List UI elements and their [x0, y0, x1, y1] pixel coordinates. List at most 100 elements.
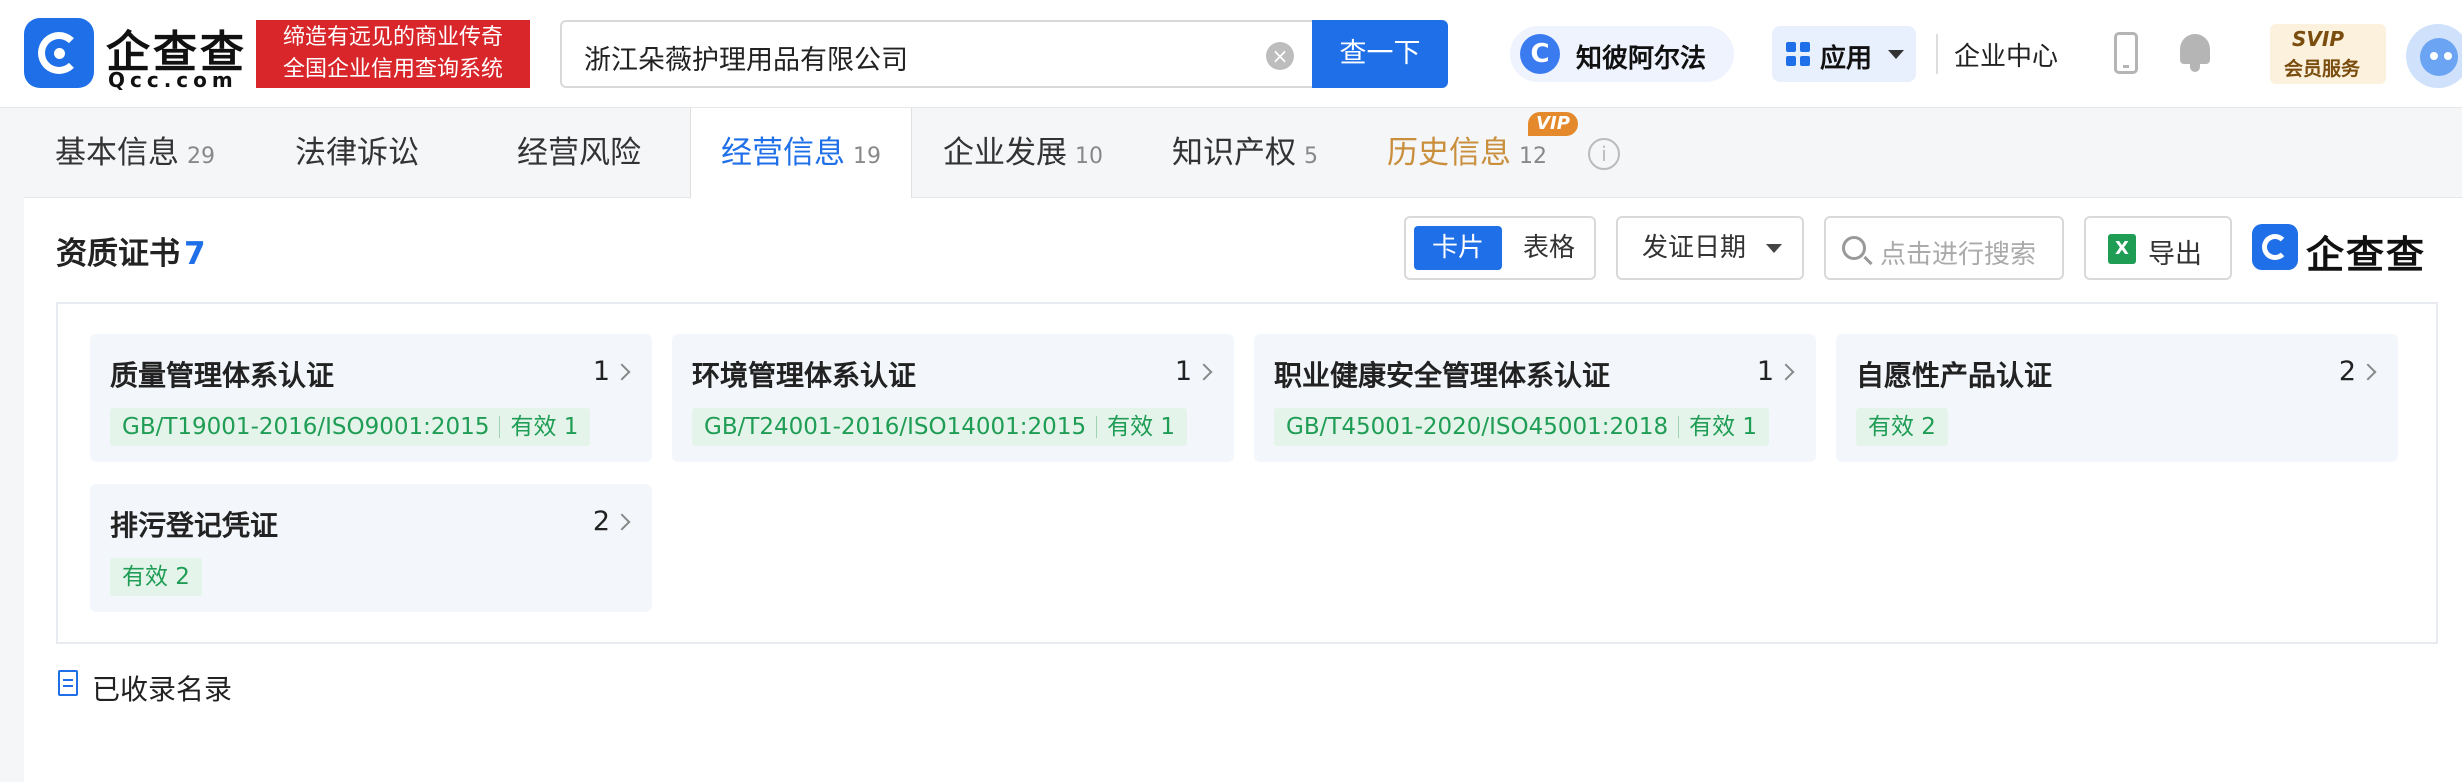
qcc-watermark-logo: 企查查	[2252, 218, 2442, 278]
apps-menu-button[interactable]: 应用	[1772, 26, 1916, 82]
cert-count: 2	[592, 506, 610, 537]
logo-english-text: Qcc.com	[108, 68, 238, 92]
svip-subtitle: 会员服务	[2284, 58, 2361, 80]
cert-card-quality[interactable]: 质量管理体系认证 1 GB/T19001-2016/ISO9001:2015 有效…	[90, 334, 652, 462]
tab-enterprise-development[interactable]: 企业发展 10	[912, 108, 1134, 198]
notification-bell-icon[interactable]	[2176, 30, 2214, 74]
svip-member-button[interactable]: SVIP 会员服务	[2270, 24, 2386, 84]
table-view-button[interactable]: 表格	[1506, 226, 1592, 270]
cert-status: 有效 1	[1689, 414, 1758, 440]
cert-card-environment[interactable]: 环境管理体系认证 1 GB/T24001-2016/ISO14001:2015 有…	[672, 334, 1234, 462]
cert-name: 自愿性产品认证	[1856, 359, 2053, 392]
excel-icon: X	[2108, 234, 2136, 264]
qualification-panel: 资质证书 7 卡片 表格 发证日期 点击进行搜索 X 导出 企查查 质量管理体系认…	[24, 198, 2462, 782]
tab-business-info[interactable]: 经营信息 19	[690, 108, 912, 199]
cert-name: 排污登记凭证	[110, 509, 279, 542]
tab-label: 法律诉讼	[295, 135, 419, 171]
tab-legal-litigation[interactable]: 法律诉讼	[246, 108, 468, 198]
tab-label: 历史信息	[1387, 135, 1511, 171]
search-button[interactable]: 查一下	[1312, 20, 1448, 88]
cert-tag: GB/T45001-2020/ISO45001:2018 有效 1	[1274, 408, 1770, 446]
search-placeholder: 点击进行搜索	[1880, 240, 2037, 270]
cert-status: 有效 2	[110, 558, 202, 596]
user-avatar[interactable]	[2406, 24, 2462, 88]
qcc-logo[interactable]: 企查查 Qcc.com	[24, 18, 254, 92]
apps-grid-icon	[1786, 42, 1810, 66]
tab-count: 19	[853, 144, 881, 169]
certificate-cards: 质量管理体系认证 1 GB/T19001-2016/ISO9001:2015 有效…	[56, 302, 2438, 644]
section-title: 资质证书 7	[56, 228, 206, 273]
tab-label: 企业发展	[943, 135, 1067, 171]
clear-search-icon[interactable]: ×	[1266, 42, 1294, 70]
cert-name: 质量管理体系认证	[110, 359, 335, 392]
chevron-right-icon	[2359, 363, 2377, 381]
cert-status: 有效 1	[510, 414, 579, 440]
qcc-logo-icon	[24, 18, 94, 88]
tab-count: 5	[1304, 144, 1318, 169]
cert-tag: GB/T24001-2016/ISO14001:2015 有效 1	[692, 408, 1188, 446]
mobile-phone-icon[interactable]	[2114, 32, 2138, 74]
enterprise-center-link[interactable]: 企业中心	[1954, 36, 2058, 73]
company-search-input[interactable]: 浙江朵薇护理用品有限公司 ×	[560, 20, 1312, 88]
cert-tag: GB/T19001-2016/ISO9001:2015 有效 1	[110, 408, 591, 446]
header-divider	[1936, 34, 1938, 74]
search-icon	[1842, 236, 1866, 260]
tab-business-risk[interactable]: 经营风险	[468, 108, 690, 198]
chevron-right-icon	[613, 363, 631, 381]
cert-status: 有效 1	[1107, 414, 1176, 440]
cert-name: 职业健康安全管理体系认证	[1274, 359, 1611, 392]
section-title-text: 资质证书	[56, 236, 180, 272]
caret-down-icon	[1888, 50, 1904, 59]
cert-count: 2	[2338, 356, 2356, 387]
vip-badge: VIP	[1528, 112, 1578, 136]
chevron-right-icon	[1777, 363, 1795, 381]
tab-basic-info[interactable]: 基本信息 29	[24, 108, 246, 198]
ai-assistant-icon: C	[1520, 34, 1560, 74]
cert-name: 环境管理体系认证	[692, 359, 917, 392]
tab-label: 经营风险	[517, 135, 641, 171]
tab-count: 10	[1075, 144, 1103, 169]
zhibi-alpha-button[interactable]: C 知彼阿尔法	[1510, 26, 1734, 82]
included-directory-link[interactable]: 已收录名录	[92, 668, 232, 708]
filter-search-input[interactable]: 点击进行搜索	[1824, 216, 2064, 280]
search-input-value[interactable]: 浙江朵薇护理用品有限公司	[584, 38, 908, 77]
zhibi-alpha-label: 知彼阿尔法	[1576, 44, 1707, 74]
cert-standard: GB/T19001-2016/ISO9001:2015	[122, 414, 490, 440]
caret-down-icon	[1766, 244, 1782, 253]
section-tabs: 基本信息 29 法律诉讼 经营风险 经营信息 19 企业发展 10 知识产权 5 历史信…	[24, 108, 2462, 199]
cert-status: 有效 2	[1856, 408, 1948, 446]
cert-card-voluntary-product[interactable]: 自愿性产品认证 2 有效 2	[1836, 334, 2398, 462]
section-count: 7	[184, 236, 206, 272]
chevron-right-icon	[613, 513, 631, 531]
brand-mark-text: 企查查	[2306, 233, 2427, 277]
info-icon[interactable]: i	[1588, 138, 1620, 170]
svip-title: SVIP	[2292, 27, 2344, 51]
slogan-line-1: 缔造有远见的商业传奇	[282, 25, 503, 50]
cert-card-pollution-registration[interactable]: 排污登记凭证 2 有效 2	[90, 484, 652, 612]
export-button[interactable]: X 导出	[2084, 216, 2232, 280]
issue-date-dropdown[interactable]: 发证日期	[1616, 216, 1804, 280]
avatar-face-icon	[2420, 38, 2458, 76]
card-view-button[interactable]: 卡片	[1414, 226, 1502, 270]
tab-label: 基本信息	[55, 135, 179, 171]
tab-label: 知识产权	[1172, 135, 1296, 171]
chevron-right-icon	[1195, 363, 1213, 381]
slogan-banner: 缔造有远见的商业传奇 全国企业信用查询系统	[256, 20, 530, 88]
tab-count: 12	[1519, 144, 1547, 169]
qcc-logo-icon	[2252, 224, 2298, 270]
export-label: 导出	[2148, 239, 2202, 270]
cert-count: 1	[1174, 356, 1192, 387]
cert-count: 1	[1756, 356, 1774, 387]
tab-count: 29	[187, 144, 215, 169]
apps-label: 应用	[1820, 44, 1873, 74]
cert-count: 1	[592, 356, 610, 387]
issue-date-label: 发证日期	[1642, 233, 1747, 263]
tab-intellectual-property[interactable]: 知识产权 5	[1134, 108, 1356, 198]
top-header: 企查查 Qcc.com 缔造有远见的商业传奇 全国企业信用查询系统 浙江朵薇护理…	[0, 0, 2462, 108]
cert-standard: GB/T24001-2016/ISO14001:2015	[704, 414, 1087, 440]
view-toggle: 卡片 表格	[1404, 216, 1596, 280]
tab-label: 经营信息	[721, 135, 845, 171]
document-icon	[58, 670, 78, 696]
cert-card-occupational-safety[interactable]: 职业健康安全管理体系认证 1 GB/T45001-2020/ISO45001:2…	[1254, 334, 1816, 462]
slogan-line-2: 全国企业信用查询系统	[282, 57, 503, 82]
